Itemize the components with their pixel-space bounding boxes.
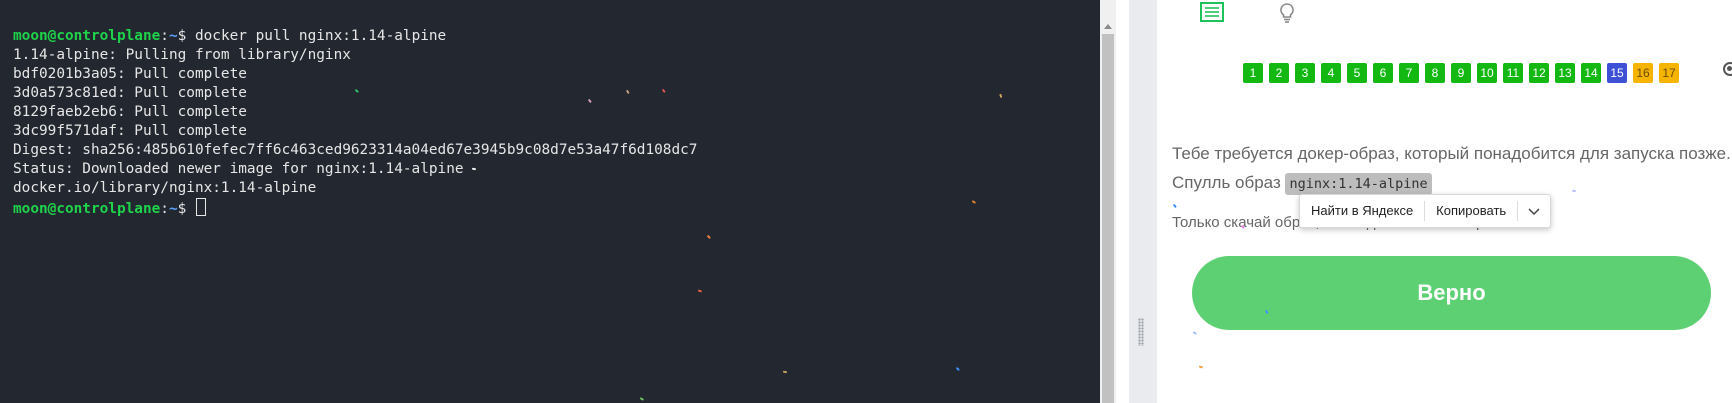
terminal-line: Digest: sha256:485b610fefec7ff6c463ced96… xyxy=(13,142,698,158)
task-description: Тебе требуется докер-образ, который пона… xyxy=(1172,139,1732,200)
task-text-prefix: Спулль образ xyxy=(1172,173,1286,192)
prompt-path: ~ xyxy=(168,28,178,44)
terminal-line: Status: Downloaded newer image for nginx… xyxy=(13,161,464,177)
prompt-symbol: $ xyxy=(177,201,195,217)
step-3[interactable]: 3 xyxy=(1295,63,1315,83)
settings-icon[interactable] xyxy=(1723,62,1732,76)
step-13[interactable]: 13 xyxy=(1555,63,1575,83)
prompt-path: ~ xyxy=(168,201,178,217)
terminal-line: docker.io/library/nginx:1.14-alpine xyxy=(13,180,317,196)
scrollbar-thumb[interactable] xyxy=(1102,34,1114,403)
split-gutter[interactable] xyxy=(1129,0,1157,403)
step-12[interactable]: 12 xyxy=(1529,63,1549,83)
prompt-separator: : xyxy=(160,201,169,217)
drag-handle-icon[interactable] xyxy=(1138,318,1144,346)
terminal-line: 8129faeb2eb6: Pull complete xyxy=(13,104,247,120)
prompt-separator: : xyxy=(160,28,169,44)
terminal-line: 1.14-alpine: Pulling from library/nginx xyxy=(13,47,351,63)
confetti-particle xyxy=(971,200,977,204)
task-text-line: Тебе требуется докер-образ, который пона… xyxy=(1172,144,1731,163)
terminal-command-line: moon@controlplane:~$ docker pull nginx:1… xyxy=(13,27,697,46)
confetti-particle xyxy=(782,370,788,373)
terminal-line: 3d0a573c81ed: Pull complete xyxy=(13,85,247,101)
terminal-pane[interactable]: moon@controlplane:~$ docker pull nginx:1… xyxy=(0,0,1100,403)
confetti-particle xyxy=(639,397,645,401)
step-6[interactable]: 6 xyxy=(1373,63,1393,83)
confetti-particle xyxy=(707,234,711,239)
image-name-code[interactable]: nginx:1.14-alpine xyxy=(1285,173,1432,195)
step-2[interactable]: 2 xyxy=(1269,63,1289,83)
step-17[interactable]: 17 xyxy=(1659,63,1679,83)
terminal-command: docker pull nginx:1.14-alpine xyxy=(194,28,447,44)
step-8[interactable]: 8 xyxy=(1425,63,1445,83)
terminal-cursor xyxy=(195,198,206,216)
step-11[interactable]: 11 xyxy=(1503,63,1523,83)
terminal-scrollbar[interactable] xyxy=(1100,0,1116,403)
confetti-particle xyxy=(697,289,703,293)
chevron-down-icon[interactable] xyxy=(1518,195,1550,227)
step-navigation: 1 2 3 4 5 6 7 8 9 10 11 12 13 14 15 16 1… xyxy=(1243,63,1679,83)
step-9[interactable]: 9 xyxy=(1451,63,1471,83)
confetti-particle xyxy=(1198,365,1204,369)
confetti-particle xyxy=(1173,203,1177,208)
prompt-user: moon@controlplane xyxy=(13,28,161,44)
selection-context-menu: Найти в Яндексе Копировать xyxy=(1299,194,1552,228)
step-5[interactable]: 5 xyxy=(1347,63,1367,83)
search-yandex-button[interactable]: Найти в Яндексе xyxy=(1300,195,1424,227)
step-7[interactable]: 7 xyxy=(1399,63,1419,83)
prompt-symbol: $ xyxy=(177,28,195,44)
confetti-particle xyxy=(1192,331,1198,335)
confetti-particle xyxy=(999,93,1003,98)
submit-answer-button[interactable]: Верно xyxy=(1192,256,1711,330)
terminal-line: 3dc99f571daf: Pull complete xyxy=(13,123,247,139)
terminal-output: moon@controlplane:~$ docker pull nginx:1… xyxy=(13,27,697,217)
copy-button[interactable]: Копировать xyxy=(1425,195,1517,227)
step-15-current[interactable]: 15 xyxy=(1607,63,1627,83)
step-4[interactable]: 4 xyxy=(1321,63,1341,83)
scroll-up-arrow-icon[interactable] xyxy=(1104,24,1112,29)
step-10[interactable]: 10 xyxy=(1477,63,1497,83)
list-icon[interactable] xyxy=(1200,2,1224,27)
terminal-prompt-line[interactable]: moon@controlplane:~$ xyxy=(13,198,697,217)
step-1[interactable]: 1 xyxy=(1243,63,1263,83)
step-16[interactable]: 16 xyxy=(1633,63,1653,83)
step-14[interactable]: 14 xyxy=(1581,63,1601,83)
confetti-particle xyxy=(955,366,961,371)
lightbulb-icon[interactable] xyxy=(1278,2,1296,29)
prompt-user: moon@controlplane xyxy=(13,201,161,217)
lesson-panel: 1 2 3 4 5 6 7 8 9 10 11 12 13 14 15 16 1… xyxy=(1157,0,1732,403)
terminal-line: bdf0201b3a05: Pull complete xyxy=(13,66,247,82)
